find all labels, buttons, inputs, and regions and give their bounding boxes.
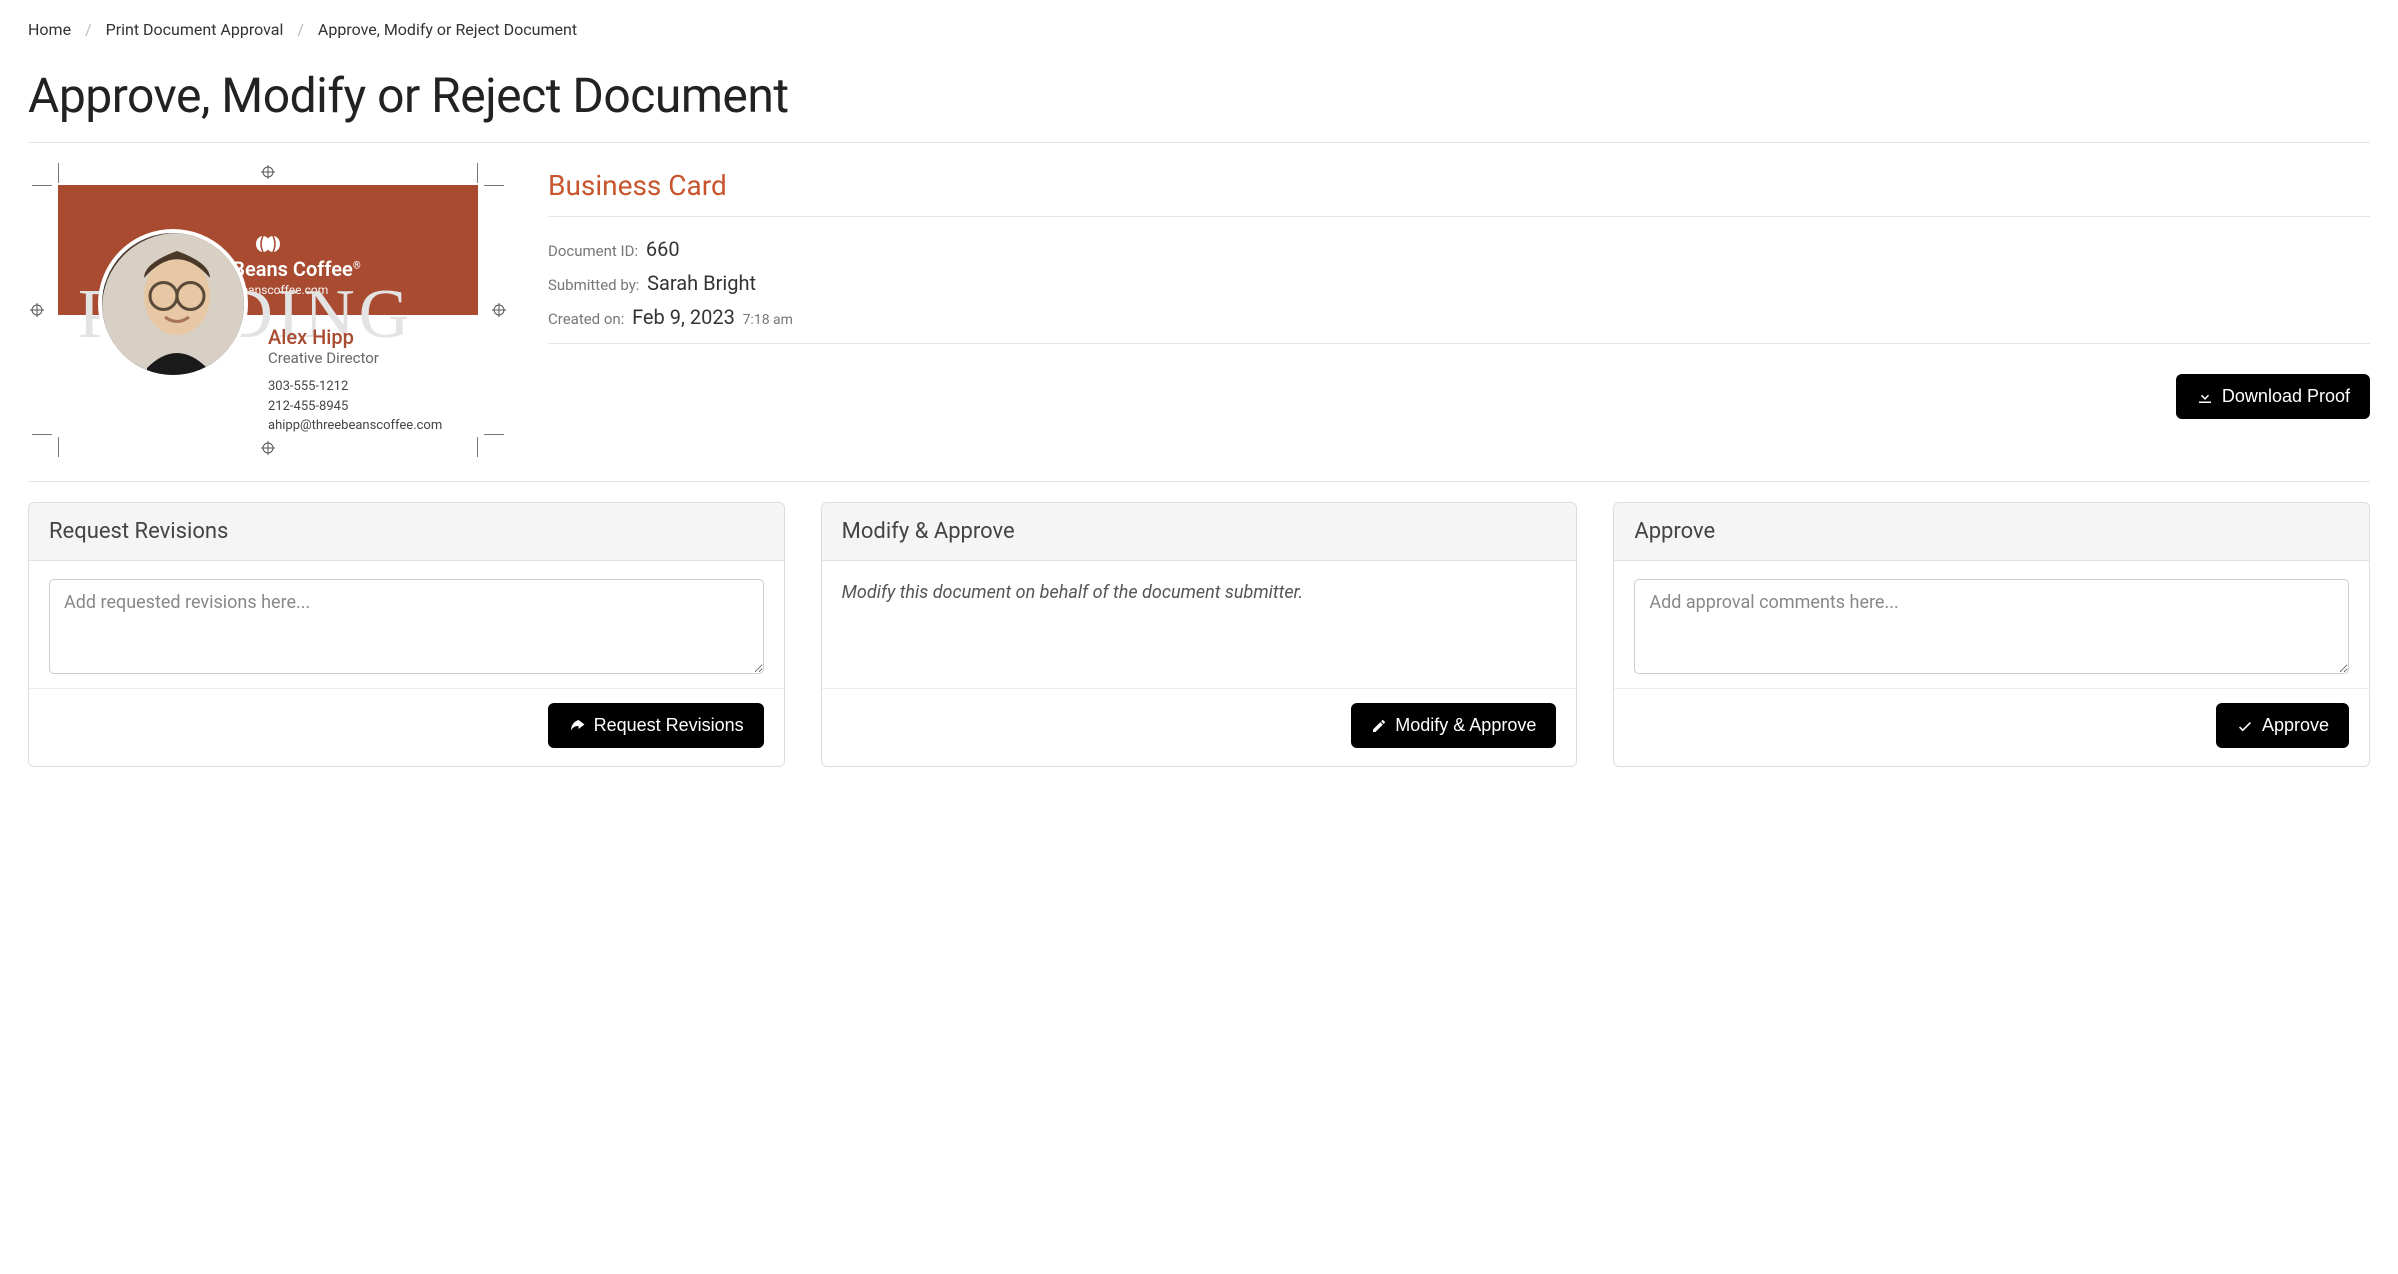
divider bbox=[28, 481, 2370, 482]
request-revisions-button[interactable]: Request Revisions bbox=[548, 703, 764, 748]
document-id-label: Document ID: bbox=[548, 242, 638, 260]
avatar bbox=[98, 229, 248, 379]
download-proof-button[interactable]: Download Proof bbox=[2176, 374, 2370, 419]
crop-mark-icon bbox=[484, 185, 504, 186]
card-person-name: Alex Hipp bbox=[268, 325, 442, 349]
breadcrumb-sep: / bbox=[297, 20, 304, 39]
created-on-label: Created on: bbox=[548, 310, 624, 328]
pencil-icon bbox=[1371, 718, 1387, 734]
modify-approve-label: Modify & Approve bbox=[1395, 715, 1536, 736]
modify-description: Modify this document on behalf of the do… bbox=[842, 579, 1557, 606]
revisions-textarea[interactable] bbox=[49, 579, 764, 674]
registration-mark-icon bbox=[492, 303, 506, 317]
document-id-line: Document ID: 660 bbox=[548, 237, 2370, 261]
breadcrumb-sep: / bbox=[85, 20, 92, 39]
approve-label: Approve bbox=[2262, 715, 2329, 736]
card-phone-2: 212-455-8945 bbox=[268, 397, 442, 417]
panel-title-approve: Approve bbox=[1614, 503, 2369, 561]
card-email: ahipp@threebeanscoffee.com bbox=[268, 416, 442, 436]
crop-mark-icon bbox=[32, 185, 52, 186]
crop-mark-icon bbox=[32, 434, 52, 435]
download-icon bbox=[2196, 388, 2214, 406]
divider bbox=[28, 142, 2370, 143]
divider bbox=[548, 343, 2370, 344]
card-phone-1: 303-555-1212 bbox=[268, 377, 442, 397]
submitted-by-line: Submitted by: Sarah Bright bbox=[548, 271, 2370, 295]
crop-mark-icon bbox=[484, 434, 504, 435]
business-card: Three Beans Coffee® threebeanscoffee.com… bbox=[58, 185, 478, 435]
modify-approve-panel: Modify & Approve Modify this document on… bbox=[821, 502, 1578, 767]
breadcrumb-home[interactable]: Home bbox=[28, 20, 71, 39]
registration-mark-icon bbox=[261, 441, 275, 455]
created-on-date: Feb 9, 2023 bbox=[632, 305, 735, 329]
crop-mark-icon bbox=[58, 163, 59, 183]
panel-title-modify: Modify & Approve bbox=[822, 503, 1577, 561]
crop-mark-icon bbox=[58, 437, 59, 457]
registration-mark-icon bbox=[30, 303, 44, 317]
page-title: Approve, Modify or Reject Document bbox=[28, 67, 2370, 124]
submitted-by-label: Submitted by: bbox=[548, 276, 639, 294]
breadcrumb-current: Approve, Modify or Reject Document bbox=[318, 20, 577, 39]
document-type-title: Business Card bbox=[548, 169, 2370, 202]
crop-mark-icon bbox=[477, 163, 478, 183]
card-person-role: Creative Director bbox=[268, 349, 442, 367]
proof-preview: Three Beans Coffee® threebeanscoffee.com… bbox=[28, 163, 508, 457]
crop-mark-icon bbox=[477, 437, 478, 457]
panel-title-revisions: Request Revisions bbox=[29, 503, 784, 561]
created-on-line: Created on: Feb 9, 2023 7:18 am bbox=[548, 305, 2370, 329]
request-revisions-label: Request Revisions bbox=[594, 715, 744, 736]
document-info: Business Card Document ID: 660 Submitted… bbox=[548, 163, 2370, 457]
document-id-value: 660 bbox=[646, 237, 680, 261]
created-on-time: 7:18 am bbox=[743, 312, 793, 328]
registration-mark-icon bbox=[261, 165, 275, 179]
approve-button[interactable]: Approve bbox=[2216, 703, 2349, 748]
coffee-beans-icon bbox=[253, 235, 283, 253]
modify-approve-button[interactable]: Modify & Approve bbox=[1351, 703, 1556, 748]
download-proof-label: Download Proof bbox=[2222, 386, 2350, 407]
divider bbox=[548, 216, 2370, 217]
approve-textarea[interactable] bbox=[1634, 579, 2349, 674]
check-icon bbox=[2236, 717, 2254, 735]
submitted-by-value: Sarah Bright bbox=[647, 271, 756, 295]
approve-panel: Approve Approve bbox=[1613, 502, 2370, 767]
request-revisions-panel: Request Revisions Request Revisions bbox=[28, 502, 785, 767]
breadcrumb: Home / Print Document Approval / Approve… bbox=[28, 20, 2370, 39]
breadcrumb-print-approval[interactable]: Print Document Approval bbox=[106, 20, 284, 39]
share-arrow-icon bbox=[568, 717, 586, 735]
